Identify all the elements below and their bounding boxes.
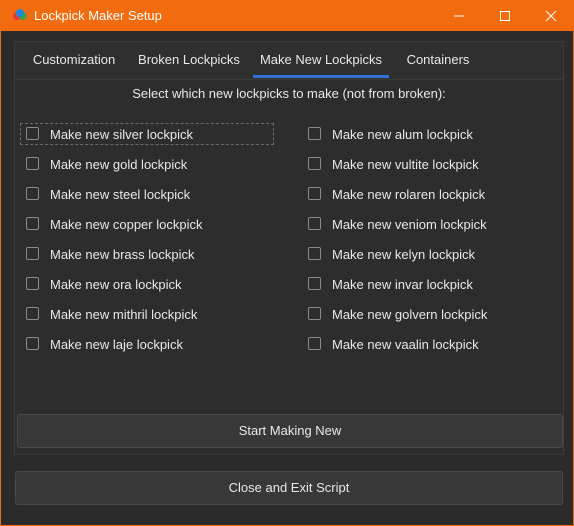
- tab-bar: Customization Broken Lockpicks Make New …: [15, 42, 563, 80]
- checkbox-box[interactable]: [308, 157, 321, 170]
- lockpick-checkbox[interactable]: Make new laje lockpick: [26, 334, 276, 354]
- close-icon: [545, 10, 557, 22]
- start-making-new-button[interactable]: Start Making New: [17, 414, 563, 448]
- checkbox-box[interactable]: [308, 127, 321, 140]
- close-window-button[interactable]: [528, 0, 574, 31]
- instruction-text: Select which new lockpicks to make (not …: [132, 86, 446, 101]
- checkbox-box[interactable]: [308, 277, 321, 290]
- lockpick-checkbox[interactable]: Make new invar lockpick: [308, 274, 558, 294]
- lockpick-checkbox[interactable]: Make new brass lockpick: [26, 244, 276, 264]
- checkbox-box[interactable]: [26, 157, 39, 170]
- lockpick-checkbox[interactable]: Make new steel lockpick: [26, 184, 276, 204]
- checkbox-label: Make new alum lockpick: [332, 127, 473, 142]
- checkbox-label: Make new rolaren lockpick: [332, 187, 486, 202]
- checkbox-label: Make new vaalin lockpick: [332, 337, 479, 352]
- client-area: Customization Broken Lockpicks Make New …: [1, 31, 573, 525]
- checkbox-box[interactable]: [308, 307, 321, 320]
- window-title: Lockpick Maker Setup: [34, 8, 162, 23]
- checkbox-box[interactable]: [308, 187, 321, 200]
- checkbox-label: Make new steel lockpick: [50, 187, 191, 202]
- tab-containers[interactable]: Containers: [397, 42, 479, 78]
- checkbox-label: Make new copper lockpick: [50, 217, 203, 232]
- app-icon: [12, 9, 28, 21]
- checkbox-box[interactable]: [26, 307, 39, 320]
- checkbox-label: Make new golvern lockpick: [332, 307, 488, 322]
- checkbox-label: Make new ora lockpick: [50, 277, 182, 292]
- lockpick-checkbox[interactable]: Make new veniom lockpick: [308, 214, 558, 234]
- checkbox-label: Make new invar lockpick: [332, 277, 473, 292]
- checkbox-label: Make new brass lockpick: [50, 247, 195, 262]
- lockpick-checkbox[interactable]: Make new alum lockpick: [308, 124, 558, 144]
- lockpick-checkbox[interactable]: Make new vultite lockpick: [308, 154, 558, 174]
- checkbox-box[interactable]: [26, 187, 39, 200]
- checkbox-label: Make new vultite lockpick: [332, 157, 479, 172]
- checkbox-box[interactable]: [26, 217, 39, 230]
- checkbox-box[interactable]: [26, 277, 39, 290]
- lockpick-checkbox[interactable]: Make new vaalin lockpick: [308, 334, 558, 354]
- checkbox-box[interactable]: [308, 217, 321, 230]
- minimize-icon: [454, 15, 464, 17]
- lockpick-checkbox[interactable]: Make new ora lockpick: [26, 274, 276, 294]
- lockpick-checkbox[interactable]: Make new rolaren lockpick: [308, 184, 558, 204]
- checkbox-box[interactable]: [26, 127, 39, 140]
- lockpick-checkbox[interactable]: Make new golvern lockpick: [308, 304, 558, 324]
- checkbox-label: Make new laje lockpick: [50, 337, 183, 352]
- lockpick-checkbox[interactable]: Make new silver lockpick: [26, 124, 276, 144]
- lockpick-checkbox[interactable]: Make new copper lockpick: [26, 214, 276, 234]
- title-bar[interactable]: Lockpick Maker Setup: [0, 0, 574, 31]
- lockpick-checkbox[interactable]: Make new gold lockpick: [26, 154, 276, 174]
- tab-customization[interactable]: Customization: [15, 42, 133, 78]
- tab-make-new-lockpicks[interactable]: Make New Lockpicks: [253, 42, 389, 78]
- tab-panel: Customization Broken Lockpicks Make New …: [14, 41, 564, 455]
- checkbox-label: Make new kelyn lockpick: [332, 247, 476, 262]
- checkbox-box[interactable]: [308, 337, 321, 350]
- checkbox-label: Make new gold lockpick: [50, 157, 188, 172]
- tab-broken-lockpicks[interactable]: Broken Lockpicks: [133, 42, 245, 78]
- checkbox-box[interactable]: [26, 247, 39, 260]
- minimize-button[interactable]: [436, 0, 482, 31]
- lockpick-checkbox[interactable]: Make new mithril lockpick: [26, 304, 276, 324]
- checkbox-label: Make new silver lockpick: [50, 127, 194, 142]
- checkbox-box[interactable]: [26, 337, 39, 350]
- maximize-icon: [500, 11, 510, 21]
- close-and-exit-button[interactable]: Close and Exit Script: [15, 471, 563, 505]
- checkbox-label: Make new mithril lockpick: [50, 307, 198, 322]
- checkbox-box[interactable]: [308, 247, 321, 260]
- lockpick-checkbox[interactable]: Make new kelyn lockpick: [308, 244, 558, 264]
- checkbox-label: Make new veniom lockpick: [332, 217, 487, 232]
- maximize-button[interactable]: [482, 0, 528, 31]
- app-window: Lockpick Maker Setup Customization Broke…: [0, 0, 574, 526]
